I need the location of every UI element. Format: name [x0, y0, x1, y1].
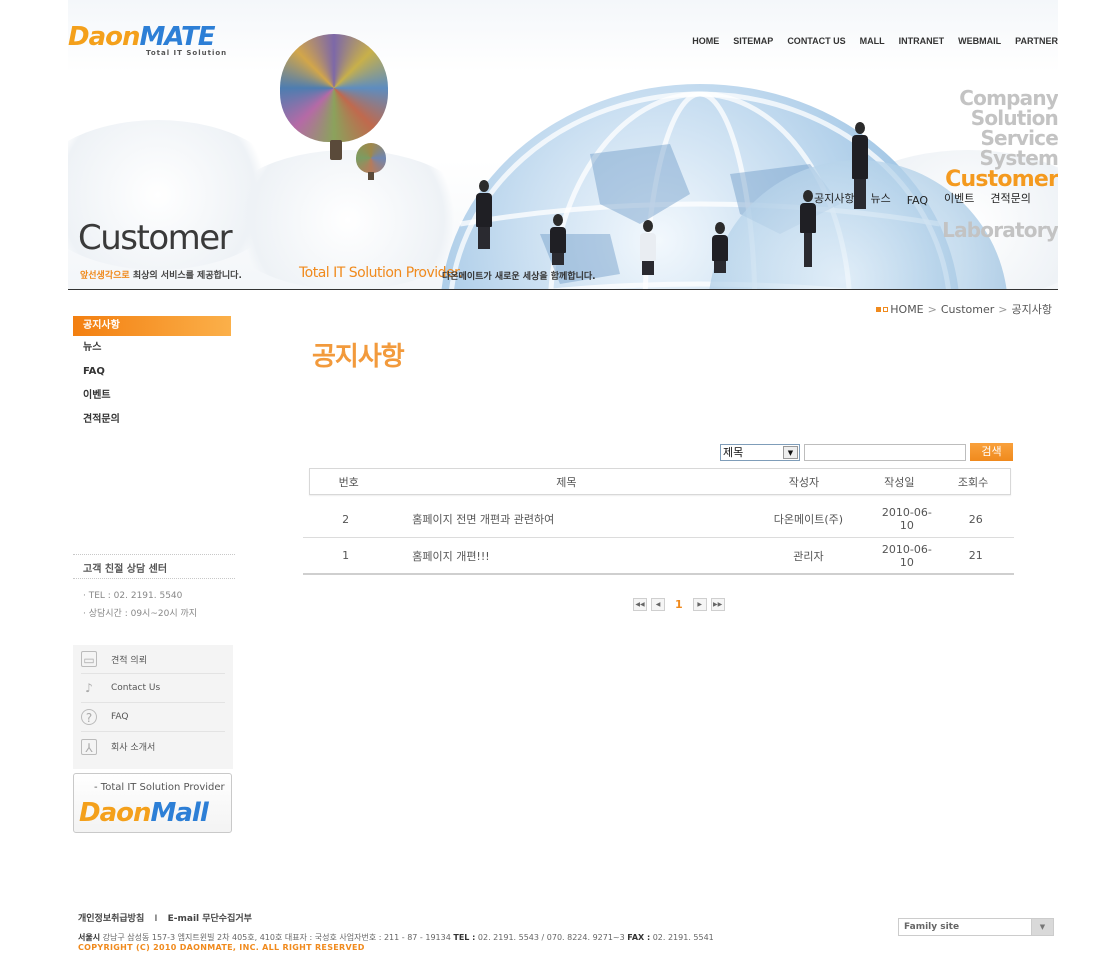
main-menu: Company Solution Service System Customer: [945, 88, 1058, 191]
sidebar-item-news[interactable]: 뉴스: [73, 336, 233, 360]
search-bar: 제목 ▼ 검색: [720, 443, 1013, 461]
prev-page-icon[interactable]: ◀: [651, 598, 665, 611]
menu-system[interactable]: System: [945, 148, 1058, 168]
counsel-hours: · 상담시간 : 09시~20시 까지: [83, 609, 198, 619]
menu-service[interactable]: Service: [945, 128, 1058, 148]
submenu-faq[interactable]: FAQ: [907, 194, 928, 207]
footer-address: 서울시 강남구 삼성동 157-3 엠지트윈빌 2차 405호, 410호 대표…: [78, 933, 714, 942]
microphone-icon: ♪: [85, 681, 93, 695]
family-site-select[interactable]: Family site ▼: [898, 918, 1054, 936]
board-header: 번호 제목 작성자 작성일 조회수: [309, 468, 1011, 495]
table-row: 2 홈페이지 전면 개편과 관련하여 다온메이트(주) 2010-06-10 2…: [303, 501, 1014, 538]
pdf-icon: ⅄: [81, 738, 97, 755]
header-no: 번호: [338, 475, 359, 489]
breadcrumb-square-icon: [876, 306, 882, 312]
pagination: ◀◀ ◀ 1 ▶ ▶▶: [633, 598, 725, 611]
counsel-tel: · TEL : 02. 2191. 5540: [83, 591, 183, 601]
top-navigation: HOME SITEMAP CONTACT US MALL INTRANET WE…: [678, 36, 1058, 46]
topnav-mall[interactable]: MALL: [860, 36, 885, 46]
chevron-down-icon: ▼: [783, 445, 798, 459]
topnav-contact-us[interactable]: CONTACT US: [787, 36, 845, 46]
header-banner: DaonMATE Total IT Solution HOME SITEMAP …: [68, 0, 1058, 290]
header-views: 조회수: [957, 475, 989, 489]
quick-link-estimate[interactable]: ▭ 견적 의뢰: [81, 645, 225, 674]
businessman-figure: [476, 180, 492, 249]
small-balloon-basket: [368, 172, 374, 180]
slogan: 앞선생각으로 최상의 서비스를 제공합니다.: [80, 271, 242, 281]
header-date: 작성일: [884, 475, 915, 489]
topnav-home[interactable]: HOME: [692, 36, 719, 46]
search-button[interactable]: 검색: [970, 443, 1013, 461]
daonmate-logo[interactable]: DaonMATE Total IT Solution: [68, 22, 228, 64]
sidebar: 공지사항 뉴스 FAQ 이벤트 견적문의: [73, 316, 233, 432]
breadcrumb-section[interactable]: Customer: [941, 303, 994, 316]
section-title: Customer: [78, 218, 233, 258]
topnav-sitemap[interactable]: SITEMAP: [733, 36, 773, 46]
sidebar-item-notice[interactable]: 공지사항: [73, 316, 231, 336]
provider-tagline: Total IT Solution Provider.: [299, 265, 463, 281]
post-title-link[interactable]: 홈페이지 전면 개편과 관련하여: [388, 511, 741, 527]
last-page-icon[interactable]: ▶▶: [710, 598, 725, 611]
post-title-link[interactable]: 홈페이지 개편!!!: [388, 548, 741, 564]
table-row: 1 홈페이지 개편!!! 관리자 2010-06-10 21: [303, 538, 1014, 575]
hot-air-balloon-image: [280, 34, 388, 142]
search-field-select[interactable]: 제목 ▼: [720, 443, 800, 461]
chevron-right-icon: >: [998, 302, 1008, 316]
topnav-webmail[interactable]: WEBMAIL: [958, 36, 1001, 46]
chevron-down-icon: ▼: [1031, 919, 1053, 935]
businessman-figure: [640, 220, 656, 275]
next-page-icon[interactable]: ▶: [692, 598, 707, 611]
balloon-basket: [330, 140, 342, 160]
breadcrumb-current: 공지사항: [1011, 303, 1052, 316]
breadcrumb-home[interactable]: HOME: [890, 303, 923, 316]
mall-tagline: - Total IT Solution Provider: [94, 782, 225, 793]
question-icon: ?: [81, 709, 97, 725]
submenu-news[interactable]: 뉴스: [870, 190, 890, 207]
businesswoman-figure: [550, 214, 566, 265]
copyright: COPYRIGHT (C) 2010 DAONMATE, INC. ALL RI…: [78, 943, 365, 952]
businessman-figure: [712, 222, 728, 273]
menu-customer[interactable]: Customer: [945, 169, 1058, 191]
customer-submenu: 공지사항 뉴스 FAQ 이벤트 견적문의: [814, 190, 1047, 207]
sidebar-item-estimate[interactable]: 견적문의: [73, 408, 233, 432]
topnav-intranet[interactable]: INTRANET: [899, 36, 945, 46]
page-number[interactable]: 1: [675, 598, 683, 611]
daonmall-logo: DaonMall: [79, 798, 209, 828]
small-balloon-image: [356, 143, 386, 173]
daonmall-banner[interactable]: - Total IT Solution Provider DaonMall: [73, 773, 232, 833]
page-title: 공지사항: [312, 342, 405, 372]
quick-links: ▭ 견적 의뢰 ♪ Contact Us ? FAQ ⅄ 회사 소개서: [73, 645, 233, 769]
quick-link-brochure[interactable]: ⅄ 회사 소개서: [81, 732, 225, 761]
breadcrumb-square-outline-icon: [883, 306, 889, 312]
provider-description: 다온메이트가 새로운 세상을 함께합니다.: [442, 272, 596, 282]
email-refusal-link[interactable]: E-mail 무단수집거부: [168, 914, 252, 924]
submenu-event[interactable]: 이벤트: [944, 190, 974, 207]
quick-link-contact[interactable]: ♪ Contact Us: [81, 674, 225, 703]
header-title: 제목: [556, 475, 577, 489]
menu-solution[interactable]: Solution: [945, 108, 1058, 128]
topnav-partner[interactable]: PARTNER: [1015, 36, 1058, 46]
submenu-notice[interactable]: 공지사항: [814, 190, 854, 207]
chevron-right-icon: >: [927, 302, 937, 316]
folder-icon: ▭: [81, 651, 97, 667]
search-input[interactable]: [804, 443, 966, 461]
counsel-title: 고객 친절 상담 센터: [73, 555, 235, 579]
footer-links: 개인정보취급방침 I E-mail 무단수집거부: [78, 914, 252, 924]
first-page-icon[interactable]: ◀◀: [633, 598, 647, 611]
menu-laboratory[interactable]: Laboratory: [942, 218, 1058, 242]
quick-link-faq[interactable]: ? FAQ: [81, 703, 225, 732]
counsel-center: 고객 친절 상담 센터 · TEL : 02. 2191. 5540 · 상담시…: [73, 554, 235, 623]
sidebar-item-faq[interactable]: FAQ: [73, 360, 233, 384]
privacy-policy-link[interactable]: 개인정보취급방침: [78, 914, 144, 924]
submenu-estimate[interactable]: 견적문의: [990, 190, 1030, 207]
notice-board: 번호 제목 작성자 작성일 조회수 2 홈페이지 전면 개편과 관련하여 다온메…: [303, 468, 1014, 575]
header-divider: [68, 289, 1058, 290]
header-writer: 작성자: [788, 475, 820, 489]
sidebar-item-event[interactable]: 이벤트: [73, 384, 233, 408]
breadcrumb: HOME > Customer > 공지사항: [876, 301, 1052, 317]
menu-company[interactable]: Company: [945, 88, 1058, 108]
